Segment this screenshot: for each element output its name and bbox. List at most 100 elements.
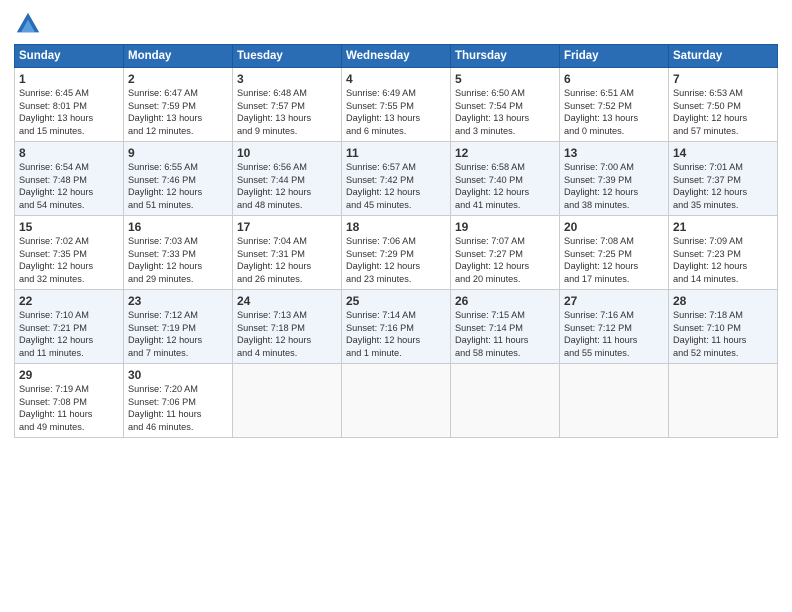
week-row-2: 8Sunrise: 6:54 AM Sunset: 7:48 PM Daylig… [15, 142, 778, 216]
logo [14, 10, 44, 38]
calendar-cell: 26Sunrise: 7:15 AM Sunset: 7:14 PM Dayli… [451, 290, 560, 364]
calendar-cell: 9Sunrise: 6:55 AM Sunset: 7:46 PM Daylig… [124, 142, 233, 216]
calendar-cell: 28Sunrise: 7:18 AM Sunset: 7:10 PM Dayli… [669, 290, 778, 364]
day-number: 9 [128, 146, 228, 160]
day-info: Sunrise: 6:47 AM Sunset: 7:59 PM Dayligh… [128, 87, 228, 138]
calendar-cell: 10Sunrise: 6:56 AM Sunset: 7:44 PM Dayli… [233, 142, 342, 216]
day-info: Sunrise: 7:12 AM Sunset: 7:19 PM Dayligh… [128, 309, 228, 360]
calendar-cell: 25Sunrise: 7:14 AM Sunset: 7:16 PM Dayli… [342, 290, 451, 364]
calendar-cell: 16Sunrise: 7:03 AM Sunset: 7:33 PM Dayli… [124, 216, 233, 290]
day-number: 18 [346, 220, 446, 234]
day-info: Sunrise: 7:07 AM Sunset: 7:27 PM Dayligh… [455, 235, 555, 286]
calendar-cell: 14Sunrise: 7:01 AM Sunset: 7:37 PM Dayli… [669, 142, 778, 216]
day-header-tuesday: Tuesday [233, 45, 342, 68]
day-info: Sunrise: 7:00 AM Sunset: 7:39 PM Dayligh… [564, 161, 664, 212]
day-header-friday: Friday [560, 45, 669, 68]
day-info: Sunrise: 7:03 AM Sunset: 7:33 PM Dayligh… [128, 235, 228, 286]
calendar-cell: 21Sunrise: 7:09 AM Sunset: 7:23 PM Dayli… [669, 216, 778, 290]
day-info: Sunrise: 7:06 AM Sunset: 7:29 PM Dayligh… [346, 235, 446, 286]
calendar-cell: 12Sunrise: 6:58 AM Sunset: 7:40 PM Dayli… [451, 142, 560, 216]
day-number: 3 [237, 72, 337, 86]
calendar-header-row: SundayMondayTuesdayWednesdayThursdayFrid… [15, 45, 778, 68]
day-info: Sunrise: 6:58 AM Sunset: 7:40 PM Dayligh… [455, 161, 555, 212]
calendar-cell: 27Sunrise: 7:16 AM Sunset: 7:12 PM Dayli… [560, 290, 669, 364]
day-info: Sunrise: 7:15 AM Sunset: 7:14 PM Dayligh… [455, 309, 555, 360]
calendar-cell [342, 364, 451, 438]
week-row-1: 1Sunrise: 6:45 AM Sunset: 8:01 PM Daylig… [15, 68, 778, 142]
calendar-cell: 23Sunrise: 7:12 AM Sunset: 7:19 PM Dayli… [124, 290, 233, 364]
calendar-cell [233, 364, 342, 438]
day-number: 15 [19, 220, 119, 234]
day-number: 10 [237, 146, 337, 160]
day-number: 4 [346, 72, 446, 86]
day-info: Sunrise: 7:01 AM Sunset: 7:37 PM Dayligh… [673, 161, 773, 212]
calendar-cell [669, 364, 778, 438]
calendar-cell: 29Sunrise: 7:19 AM Sunset: 7:08 PM Dayli… [15, 364, 124, 438]
day-info: Sunrise: 7:20 AM Sunset: 7:06 PM Dayligh… [128, 383, 228, 434]
day-info: Sunrise: 7:02 AM Sunset: 7:35 PM Dayligh… [19, 235, 119, 286]
day-number: 27 [564, 294, 664, 308]
day-info: Sunrise: 7:18 AM Sunset: 7:10 PM Dayligh… [673, 309, 773, 360]
day-info: Sunrise: 6:53 AM Sunset: 7:50 PM Dayligh… [673, 87, 773, 138]
calendar-cell: 15Sunrise: 7:02 AM Sunset: 7:35 PM Dayli… [15, 216, 124, 290]
calendar-cell: 5Sunrise: 6:50 AM Sunset: 7:54 PM Daylig… [451, 68, 560, 142]
day-header-thursday: Thursday [451, 45, 560, 68]
calendar-cell: 22Sunrise: 7:10 AM Sunset: 7:21 PM Dayli… [15, 290, 124, 364]
day-number: 25 [346, 294, 446, 308]
day-info: Sunrise: 6:50 AM Sunset: 7:54 PM Dayligh… [455, 87, 555, 138]
calendar-cell: 17Sunrise: 7:04 AM Sunset: 7:31 PM Dayli… [233, 216, 342, 290]
day-number: 23 [128, 294, 228, 308]
calendar-cell [451, 364, 560, 438]
day-number: 7 [673, 72, 773, 86]
day-header-monday: Monday [124, 45, 233, 68]
day-header-sunday: Sunday [15, 45, 124, 68]
page: SundayMondayTuesdayWednesdayThursdayFrid… [0, 0, 792, 612]
week-row-3: 15Sunrise: 7:02 AM Sunset: 7:35 PM Dayli… [15, 216, 778, 290]
day-info: Sunrise: 7:19 AM Sunset: 7:08 PM Dayligh… [19, 383, 119, 434]
day-info: Sunrise: 6:49 AM Sunset: 7:55 PM Dayligh… [346, 87, 446, 138]
day-number: 17 [237, 220, 337, 234]
day-number: 14 [673, 146, 773, 160]
day-info: Sunrise: 7:09 AM Sunset: 7:23 PM Dayligh… [673, 235, 773, 286]
day-info: Sunrise: 6:56 AM Sunset: 7:44 PM Dayligh… [237, 161, 337, 212]
calendar-cell: 2Sunrise: 6:47 AM Sunset: 7:59 PM Daylig… [124, 68, 233, 142]
calendar-body: 1Sunrise: 6:45 AM Sunset: 8:01 PM Daylig… [15, 68, 778, 438]
calendar-cell: 13Sunrise: 7:00 AM Sunset: 7:39 PM Dayli… [560, 142, 669, 216]
day-number: 1 [19, 72, 119, 86]
calendar-cell: 8Sunrise: 6:54 AM Sunset: 7:48 PM Daylig… [15, 142, 124, 216]
calendar-cell [560, 364, 669, 438]
day-info: Sunrise: 7:08 AM Sunset: 7:25 PM Dayligh… [564, 235, 664, 286]
day-number: 26 [455, 294, 555, 308]
calendar-cell: 24Sunrise: 7:13 AM Sunset: 7:18 PM Dayli… [233, 290, 342, 364]
day-info: Sunrise: 6:57 AM Sunset: 7:42 PM Dayligh… [346, 161, 446, 212]
day-info: Sunrise: 6:54 AM Sunset: 7:48 PM Dayligh… [19, 161, 119, 212]
day-number: 28 [673, 294, 773, 308]
day-info: Sunrise: 7:04 AM Sunset: 7:31 PM Dayligh… [237, 235, 337, 286]
day-number: 21 [673, 220, 773, 234]
calendar-cell: 30Sunrise: 7:20 AM Sunset: 7:06 PM Dayli… [124, 364, 233, 438]
logo-icon [14, 10, 42, 38]
day-info: Sunrise: 7:14 AM Sunset: 7:16 PM Dayligh… [346, 309, 446, 360]
calendar-cell: 18Sunrise: 7:06 AM Sunset: 7:29 PM Dayli… [342, 216, 451, 290]
day-number: 12 [455, 146, 555, 160]
day-number: 22 [19, 294, 119, 308]
day-number: 19 [455, 220, 555, 234]
day-number: 5 [455, 72, 555, 86]
week-row-5: 29Sunrise: 7:19 AM Sunset: 7:08 PM Dayli… [15, 364, 778, 438]
day-number: 16 [128, 220, 228, 234]
day-number: 20 [564, 220, 664, 234]
calendar-cell: 11Sunrise: 6:57 AM Sunset: 7:42 PM Dayli… [342, 142, 451, 216]
day-info: Sunrise: 6:51 AM Sunset: 7:52 PM Dayligh… [564, 87, 664, 138]
calendar-cell: 1Sunrise: 6:45 AM Sunset: 8:01 PM Daylig… [15, 68, 124, 142]
day-number: 8 [19, 146, 119, 160]
day-info: Sunrise: 6:55 AM Sunset: 7:46 PM Dayligh… [128, 161, 228, 212]
header [14, 10, 778, 38]
day-number: 6 [564, 72, 664, 86]
day-info: Sunrise: 7:13 AM Sunset: 7:18 PM Dayligh… [237, 309, 337, 360]
day-number: 2 [128, 72, 228, 86]
day-info: Sunrise: 6:45 AM Sunset: 8:01 PM Dayligh… [19, 87, 119, 138]
day-header-saturday: Saturday [669, 45, 778, 68]
calendar-table: SundayMondayTuesdayWednesdayThursdayFrid… [14, 44, 778, 438]
calendar-cell: 19Sunrise: 7:07 AM Sunset: 7:27 PM Dayli… [451, 216, 560, 290]
day-number: 11 [346, 146, 446, 160]
